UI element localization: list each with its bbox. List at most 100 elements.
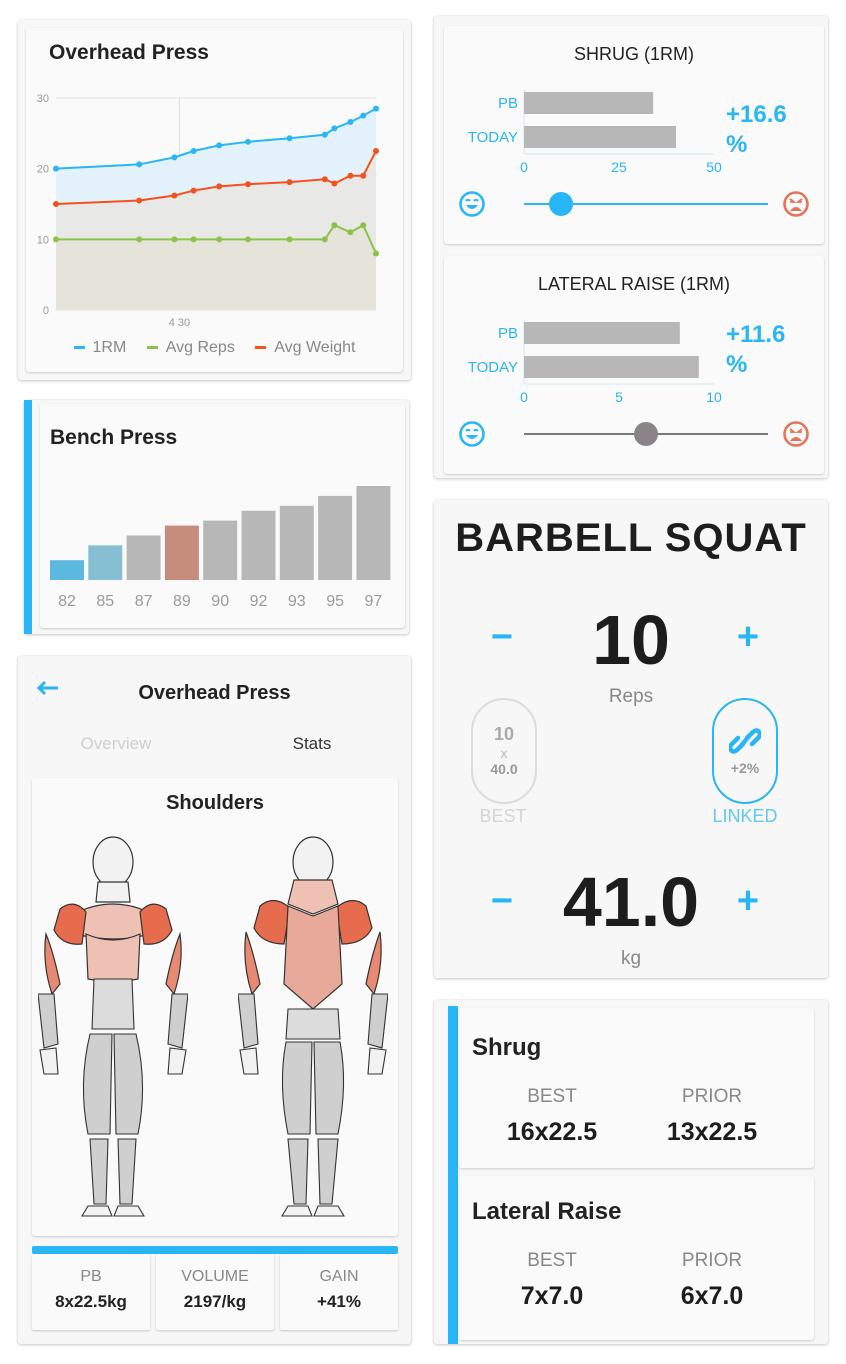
data-point (321, 131, 328, 138)
front-body-diagram (38, 836, 188, 1217)
data-point (331, 222, 338, 229)
weight-plus-button[interactable]: + (728, 880, 768, 923)
data-point (216, 236, 223, 243)
lateral-gain-percent: +11.6 % (726, 320, 785, 380)
best-value: 7x7.0 (520, 1282, 584, 1310)
data-point (245, 181, 251, 188)
bar (318, 495, 353, 580)
data-point (347, 119, 354, 126)
history-item[interactable]: Shrug BEST PRIOR 16x22.5 13x22.5 (458, 1008, 814, 1168)
shrug-bar-chart: PB TODAY0 25 50 (468, 90, 722, 175)
legend-swatch-avg-weight (255, 346, 267, 350)
history-item[interactable]: Lateral Raise BEST PRIOR 7x7.0 6x7.0 (458, 1176, 814, 1340)
shrug-effort-slider[interactable] (524, 190, 768, 218)
link-icon (727, 726, 763, 756)
bench-press-card[interactable]: Bench Press 82 85 87 89 90 92 93 95 97 (24, 400, 409, 634)
bench-panel: Bench Press 82 85 87 89 90 92 93 95 97 (40, 404, 405, 628)
slider-thumb[interactable] (548, 192, 573, 216)
stat-pb: PB 8x22.5kg (32, 1254, 150, 1330)
data-point (171, 154, 178, 161)
best-header: BEST (527, 1086, 577, 1107)
linked-value: +2% (730, 760, 760, 776)
bar (524, 92, 654, 114)
gain-value: +16.6 (726, 101, 787, 128)
weight-value[interactable]: 41.0 (434, 862, 828, 942)
x-tick-label: 0 (520, 159, 528, 175)
overhead-press-chart-card[interactable]: Overhead Press 0 10 20 30 4 30 1RM Avg Reps … (18, 20, 411, 380)
prior-header: PRIOR (681, 1086, 743, 1107)
weight-label: kg (620, 948, 642, 969)
bar-label: 95 (326, 593, 344, 610)
tab-stats[interactable]: Stats (252, 734, 372, 754)
best-reps: 10 (493, 724, 515, 744)
x-tick-label: 25 (611, 159, 627, 175)
bar-label: 92 (250, 593, 268, 610)
bar (524, 322, 680, 344)
bar-category-label: PB (498, 325, 518, 342)
bar-label: 85 (96, 593, 114, 610)
x-tick-label: 10 (706, 389, 722, 405)
stat-volume: VOLUME 2197/kg (156, 1254, 274, 1330)
data-point (286, 135, 293, 142)
muscle-card-title: Overhead Press (138, 682, 291, 704)
data-point (171, 236, 178, 243)
bench-bar-chart: 82 85 87 89 90 92 93 95 97 (50, 486, 391, 610)
linked-button[interactable]: +2% (712, 698, 778, 804)
data-point (373, 250, 379, 257)
chart-panel: Overhead Press 0 10 20 30 4 30 1RM Avg Reps … (26, 28, 403, 372)
happy-face-icon (458, 420, 486, 448)
prior-value: 13x22.5 (666, 1118, 758, 1146)
data-point (373, 148, 379, 154)
tab-overview[interactable]: Overview (56, 734, 176, 754)
data-point (321, 176, 328, 183)
data-point (286, 236, 293, 243)
sad-face-icon (782, 420, 810, 448)
history-exercise-name: Shrug (472, 1034, 542, 1061)
stat-label: GAIN (319, 1268, 359, 1285)
best-weight: 40.0 (490, 761, 518, 777)
exercise-title: BARBELL SQUAT (455, 516, 807, 560)
best-set-button[interactable]: 10 x 40.0 (471, 698, 537, 804)
x-tick-label: 0 (520, 389, 528, 405)
data-point (216, 183, 223, 190)
reps-plus-button[interactable]: + (728, 616, 768, 659)
legend-label: 1RM (92, 339, 127, 356)
lateral-bar-chart: PB TODAY0 5 10 (468, 320, 722, 405)
legend-label: Avg Weight (274, 339, 356, 356)
data-point (136, 236, 143, 243)
accent-bar (24, 400, 32, 634)
lateral-rm-panel: LATERAL RAISE (1RM) PB TODAY 0 5 10 +11.6 % (444, 256, 824, 474)
bar (126, 535, 161, 580)
lateral-effort-slider[interactable] (524, 420, 768, 448)
y-tick-label: 30 (37, 93, 49, 105)
data-point (53, 236, 59, 243)
y-tick-label: 0 (43, 305, 49, 317)
stat-value: 8x22.5kg (55, 1292, 127, 1311)
stats-accent-bar (32, 1246, 398, 1254)
bar-label: 89 (173, 593, 191, 610)
prior-value: 6x7.0 (680, 1282, 744, 1310)
bar-label: 87 (135, 593, 153, 610)
linked-label: LINKED (712, 806, 778, 826)
bar (241, 510, 276, 580)
data-point (245, 138, 251, 145)
slider-thumb[interactable] (634, 422, 658, 446)
bar (88, 545, 123, 580)
muscle-map-panel: Shoulders (32, 778, 398, 1236)
stat-label: VOLUME (181, 1268, 249, 1285)
bar (279, 505, 314, 580)
bar (164, 525, 199, 580)
data-point (245, 236, 251, 243)
stat-value: 2197/kg (183, 1292, 247, 1311)
muscle-stats-card: Overhead Press Overview Stats Shoulders (18, 656, 411, 1344)
barbell-squat-card: BARBELL SQUAT − 10 + Reps 10 x 40.0 BEST… (434, 500, 828, 978)
exercise-history-card: Shrug BEST PRIOR 16x22.5 13x22.5 Lateral… (434, 1000, 828, 1344)
history-exercise-name: Lateral Raise (472, 1198, 622, 1225)
data-point (347, 172, 354, 179)
stat-label: PB (80, 1268, 102, 1285)
y-tick-label: 20 (37, 164, 49, 176)
data-point (286, 179, 293, 186)
data-point (360, 172, 367, 179)
stat-gain: GAIN +41% (280, 1254, 398, 1330)
reps-value[interactable]: 10 (434, 600, 828, 680)
